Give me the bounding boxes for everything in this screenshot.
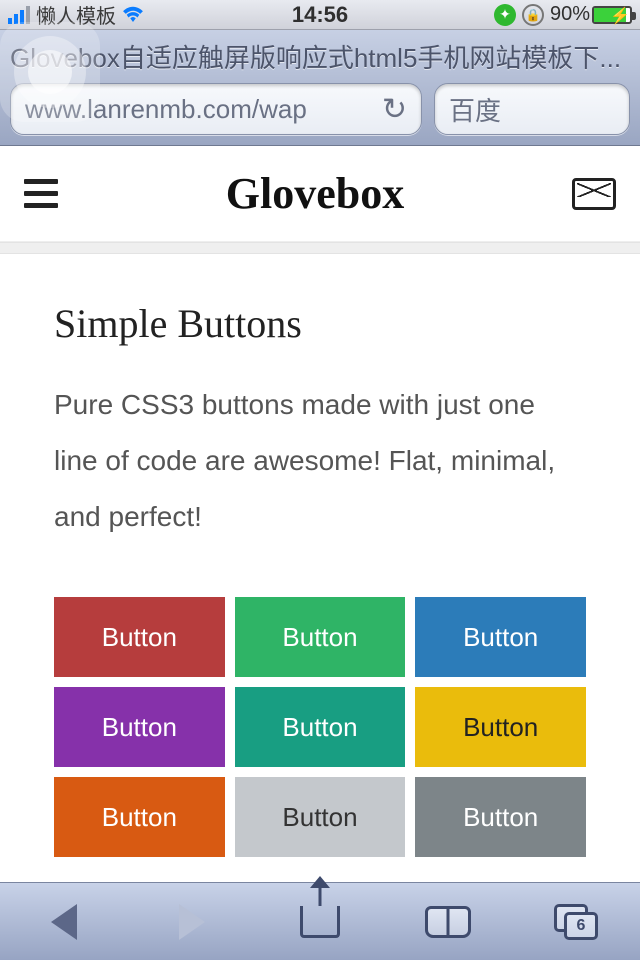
demo-button[interactable]: Button	[54, 597, 225, 677]
status-right: ✦ 🔒 90% ⚡	[494, 3, 632, 26]
wifi-icon	[122, 2, 144, 28]
demo-button[interactable]: Button	[415, 777, 586, 857]
share-button[interactable]	[290, 898, 350, 946]
button-grid: Button Button Button Button Button Butto…	[54, 597, 586, 857]
menu-icon[interactable]	[24, 179, 58, 208]
battery-percent: 90%	[550, 3, 590, 26]
share-icon	[300, 906, 340, 938]
back-icon	[51, 904, 77, 940]
section-lead: Pure CSS3 buttons made with just one lin…	[54, 377, 586, 545]
demo-button[interactable]: Button	[235, 687, 406, 767]
section-heading: Simple Buttons	[54, 300, 586, 347]
rotation-lock-icon: 🔒	[522, 4, 544, 26]
security-app-icon: ✦	[494, 4, 516, 26]
forward-icon	[179, 904, 205, 940]
clock: 14:56	[292, 2, 348, 28]
tabs-button[interactable]: 6	[546, 898, 606, 946]
brand-logo: Glovebox	[226, 168, 404, 219]
back-button[interactable]	[34, 898, 94, 946]
app-header: Glovebox	[0, 146, 640, 242]
section-divider	[0, 242, 640, 254]
assistive-touch-icon[interactable]	[0, 22, 100, 122]
bookmarks-button[interactable]	[418, 898, 478, 946]
reload-icon[interactable]: ↻	[382, 92, 407, 127]
battery-icon: ⚡	[592, 6, 632, 24]
demo-button[interactable]: Button	[54, 777, 225, 857]
demo-button[interactable]: Button	[235, 777, 406, 857]
content: Simple Buttons Pure CSS3 buttons made wi…	[0, 254, 640, 857]
webpage: Glovebox Simple Buttons Pure CSS3 button…	[0, 146, 640, 882]
browser-toolbar: 6	[0, 882, 640, 960]
demo-button[interactable]: Button	[235, 597, 406, 677]
browser-chrome: Glovebox自适应触屏版响应式html5手机网站模板下... www.lan…	[0, 30, 640, 146]
demo-button[interactable]: Button	[54, 687, 225, 767]
demo-button[interactable]: Button	[415, 597, 586, 677]
mail-icon[interactable]	[572, 178, 616, 210]
search-box[interactable]: 百度	[434, 83, 630, 135]
book-icon	[425, 906, 471, 938]
page-title: Glovebox自适应触屏版响应式html5手机网站模板下...	[10, 36, 630, 83]
signal-icon	[8, 6, 30, 24]
demo-button[interactable]: Button	[415, 687, 586, 767]
tabs-icon: 6	[554, 904, 598, 940]
tab-count: 6	[564, 912, 598, 940]
search-placeholder: 百度	[449, 91, 501, 128]
forward-button[interactable]	[162, 898, 222, 946]
